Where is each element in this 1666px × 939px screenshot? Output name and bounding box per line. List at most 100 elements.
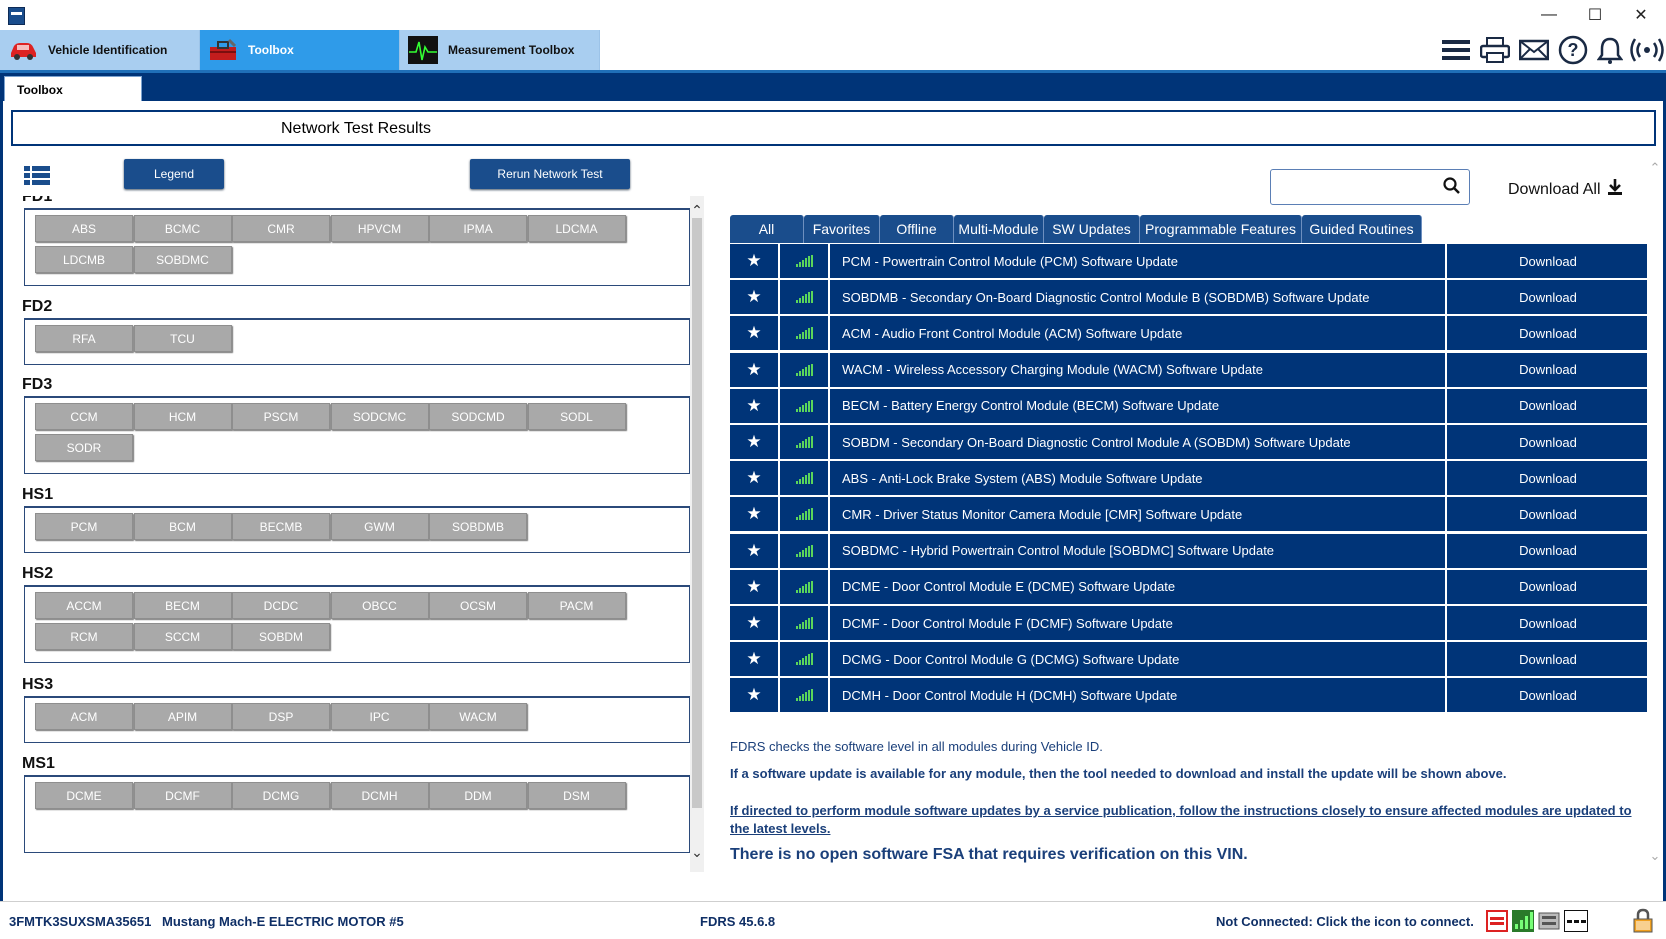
favorite-star-icon[interactable]: ★	[730, 678, 780, 713]
module-button-ipma[interactable]: IPMA	[429, 215, 527, 242]
close-button[interactable]: ✕	[1618, 0, 1664, 30]
tab-measurement-toolbox[interactable]: Measurement Toolbox	[400, 30, 600, 70]
module-button-dcmg[interactable]: DCMG	[232, 782, 330, 809]
download-button[interactable]: Download	[1445, 316, 1649, 351]
favorite-star-icon[interactable]: ★	[730, 352, 780, 387]
list-view-icon[interactable]	[24, 165, 50, 187]
update-title[interactable]: WACM - Wireless Accessory Charging Modul…	[842, 353, 1442, 387]
scroll-up-icon[interactable]: ⌃	[690, 202, 704, 219]
module-button-sodcmd[interactable]: SODCMD	[429, 403, 527, 430]
tab-toolbox[interactable]: Toolbox	[200, 30, 400, 70]
module-button-apim[interactable]: APIM	[133, 703, 232, 730]
scroll-down-icon[interactable]: ⌄	[690, 844, 704, 861]
wireless-icon[interactable]	[1630, 35, 1664, 65]
update-title[interactable]: ACM - Audio Front Control Module (ACM) S…	[842, 316, 1442, 350]
module-button-hcm[interactable]: HCM	[133, 403, 232, 430]
favorite-star-icon[interactable]: ★	[730, 497, 780, 532]
tab-toolbox-sub[interactable]: Toolbox	[4, 76, 142, 101]
bell-icon[interactable]	[1594, 35, 1626, 65]
module-button-ldcmb[interactable]: LDCMB	[35, 246, 133, 273]
module-button-bcmc[interactable]: BCMC	[133, 215, 232, 242]
module-button-dsm[interactable]: DSM	[527, 782, 626, 809]
filter-tab-all[interactable]: All	[730, 215, 804, 243]
download-button[interactable]: Download	[1445, 425, 1649, 459]
module-button-pcm[interactable]: PCM	[35, 513, 133, 540]
filter-tab-multi-module[interactable]: Multi-Module	[954, 215, 1044, 243]
module-button-bcm[interactable]: BCM	[133, 513, 232, 540]
module-button-obcc[interactable]: OBCC	[330, 592, 429, 619]
module-button-becmb[interactable]: BECMB	[232, 513, 330, 540]
module-button-dcmh[interactable]: DCMH	[330, 782, 429, 809]
module-button-accm[interactable]: ACCM	[35, 592, 133, 619]
connection-status[interactable]: Not Connected: Click the icon to connect…	[1216, 914, 1474, 929]
service-publication-link[interactable]: If directed to perform module software u…	[730, 802, 1640, 838]
download-button[interactable]: Download	[1445, 388, 1649, 423]
module-button-ldcma[interactable]: LDCMA	[527, 215, 626, 242]
module-button-pacm[interactable]: PACM	[527, 592, 626, 619]
favorite-star-icon[interactable]: ★	[730, 606, 780, 640]
module-button-dcdc[interactable]: DCDC	[232, 592, 330, 619]
update-title[interactable]: DCME - Door Control Module E (DCME) Soft…	[842, 570, 1442, 604]
download-button[interactable]: Download	[1445, 244, 1649, 278]
right-scrollbar[interactable]: ⌃ ⌄	[1648, 160, 1662, 870]
cable-icon[interactable]	[1564, 910, 1588, 932]
download-button[interactable]: Download	[1445, 533, 1649, 568]
module-button-dsp[interactable]: DSP	[232, 703, 330, 730]
download-all-button[interactable]: Download All	[1508, 178, 1623, 201]
favorite-star-icon[interactable]: ★	[730, 316, 780, 351]
filter-tab-programmable-features[interactable]: Programmable Features	[1140, 215, 1302, 243]
vci-disconnected-icon[interactable]	[1486, 910, 1508, 932]
module-button-sobdmb[interactable]: SOBDMB	[429, 513, 527, 540]
module-button-ipc[interactable]: IPC	[330, 703, 429, 730]
module-button-ccm[interactable]: CCM	[35, 403, 133, 430]
download-button[interactable]: Download	[1445, 461, 1649, 496]
download-button[interactable]: Download	[1445, 569, 1649, 604]
filter-tab-favorites[interactable]: Favorites	[804, 215, 880, 243]
update-title[interactable]: SOBDM - Secondary On-Board Diagnostic Co…	[842, 425, 1442, 459]
filter-tab-offline[interactable]: Offline	[880, 215, 954, 243]
tab-vehicle-identification[interactable]: Vehicle Identification	[0, 30, 200, 70]
legend-button[interactable]: Legend	[124, 159, 224, 189]
module-button-gwm[interactable]: GWM	[330, 513, 429, 540]
favorite-star-icon[interactable]: ★	[730, 388, 780, 423]
module-button-rcm[interactable]: RCM	[35, 623, 133, 650]
module-button-ocsm[interactable]: OCSM	[429, 592, 527, 619]
menu-icon[interactable]	[1440, 35, 1472, 65]
update-title[interactable]: DCMH - Door Control Module H (DCMH) Soft…	[842, 678, 1442, 712]
update-title[interactable]: SOBDMB - Secondary On-Board Diagnostic C…	[842, 280, 1442, 314]
update-title[interactable]: PCM - Powertrain Control Module (PCM) So…	[842, 244, 1442, 278]
left-scrollbar[interactable]: ⌃ ⌄	[690, 196, 704, 872]
module-button-becm[interactable]: BECM	[133, 592, 232, 619]
scroll-down-icon[interactable]: ⌄	[1648, 848, 1662, 864]
favorite-star-icon[interactable]: ★	[730, 569, 780, 604]
module-button-pscm[interactable]: PSCM	[232, 403, 330, 430]
favorite-star-icon[interactable]: ★	[730, 244, 780, 278]
module-button-sccm[interactable]: SCCM	[133, 623, 232, 650]
module-button-sobdmc[interactable]: SOBDMC	[133, 246, 232, 273]
update-title[interactable]: BECM - Battery Energy Control Module (BE…	[842, 389, 1442, 423]
download-button[interactable]: Download	[1445, 497, 1649, 532]
download-button[interactable]: Download	[1445, 678, 1649, 713]
lock-icon[interactable]	[1632, 908, 1654, 934]
module-button-hpvcm[interactable]: HPVCM	[330, 215, 429, 242]
module-button-sobdm[interactable]: SOBDM	[232, 623, 330, 650]
download-button[interactable]: Download	[1445, 280, 1649, 315]
download-button[interactable]: Download	[1445, 352, 1649, 387]
module-button-sodl[interactable]: SODL	[527, 403, 626, 430]
module-button-rfa[interactable]: RFA	[35, 325, 133, 352]
scroll-thumb[interactable]	[692, 218, 702, 808]
module-button-abs[interactable]: ABS	[35, 215, 133, 242]
network-card-icon[interactable]	[1538, 910, 1560, 932]
update-title[interactable]: DCMF - Door Control Module F (DCMF) Soft…	[842, 606, 1442, 640]
module-button-dcme[interactable]: DCME	[35, 782, 133, 809]
module-button-tcu[interactable]: TCU	[133, 325, 232, 352]
search-icon[interactable]	[1443, 177, 1461, 198]
favorite-star-icon[interactable]: ★	[730, 425, 780, 459]
favorite-star-icon[interactable]: ★	[730, 280, 780, 315]
favorite-star-icon[interactable]: ★	[730, 461, 780, 496]
mail-icon[interactable]	[1518, 35, 1550, 65]
scroll-up-icon[interactable]: ⌃	[1648, 160, 1662, 176]
maximize-button[interactable]: ☐	[1572, 0, 1618, 30]
module-button-sodr[interactable]: SODR	[35, 434, 133, 461]
module-button-cmr[interactable]: CMR	[232, 215, 330, 242]
